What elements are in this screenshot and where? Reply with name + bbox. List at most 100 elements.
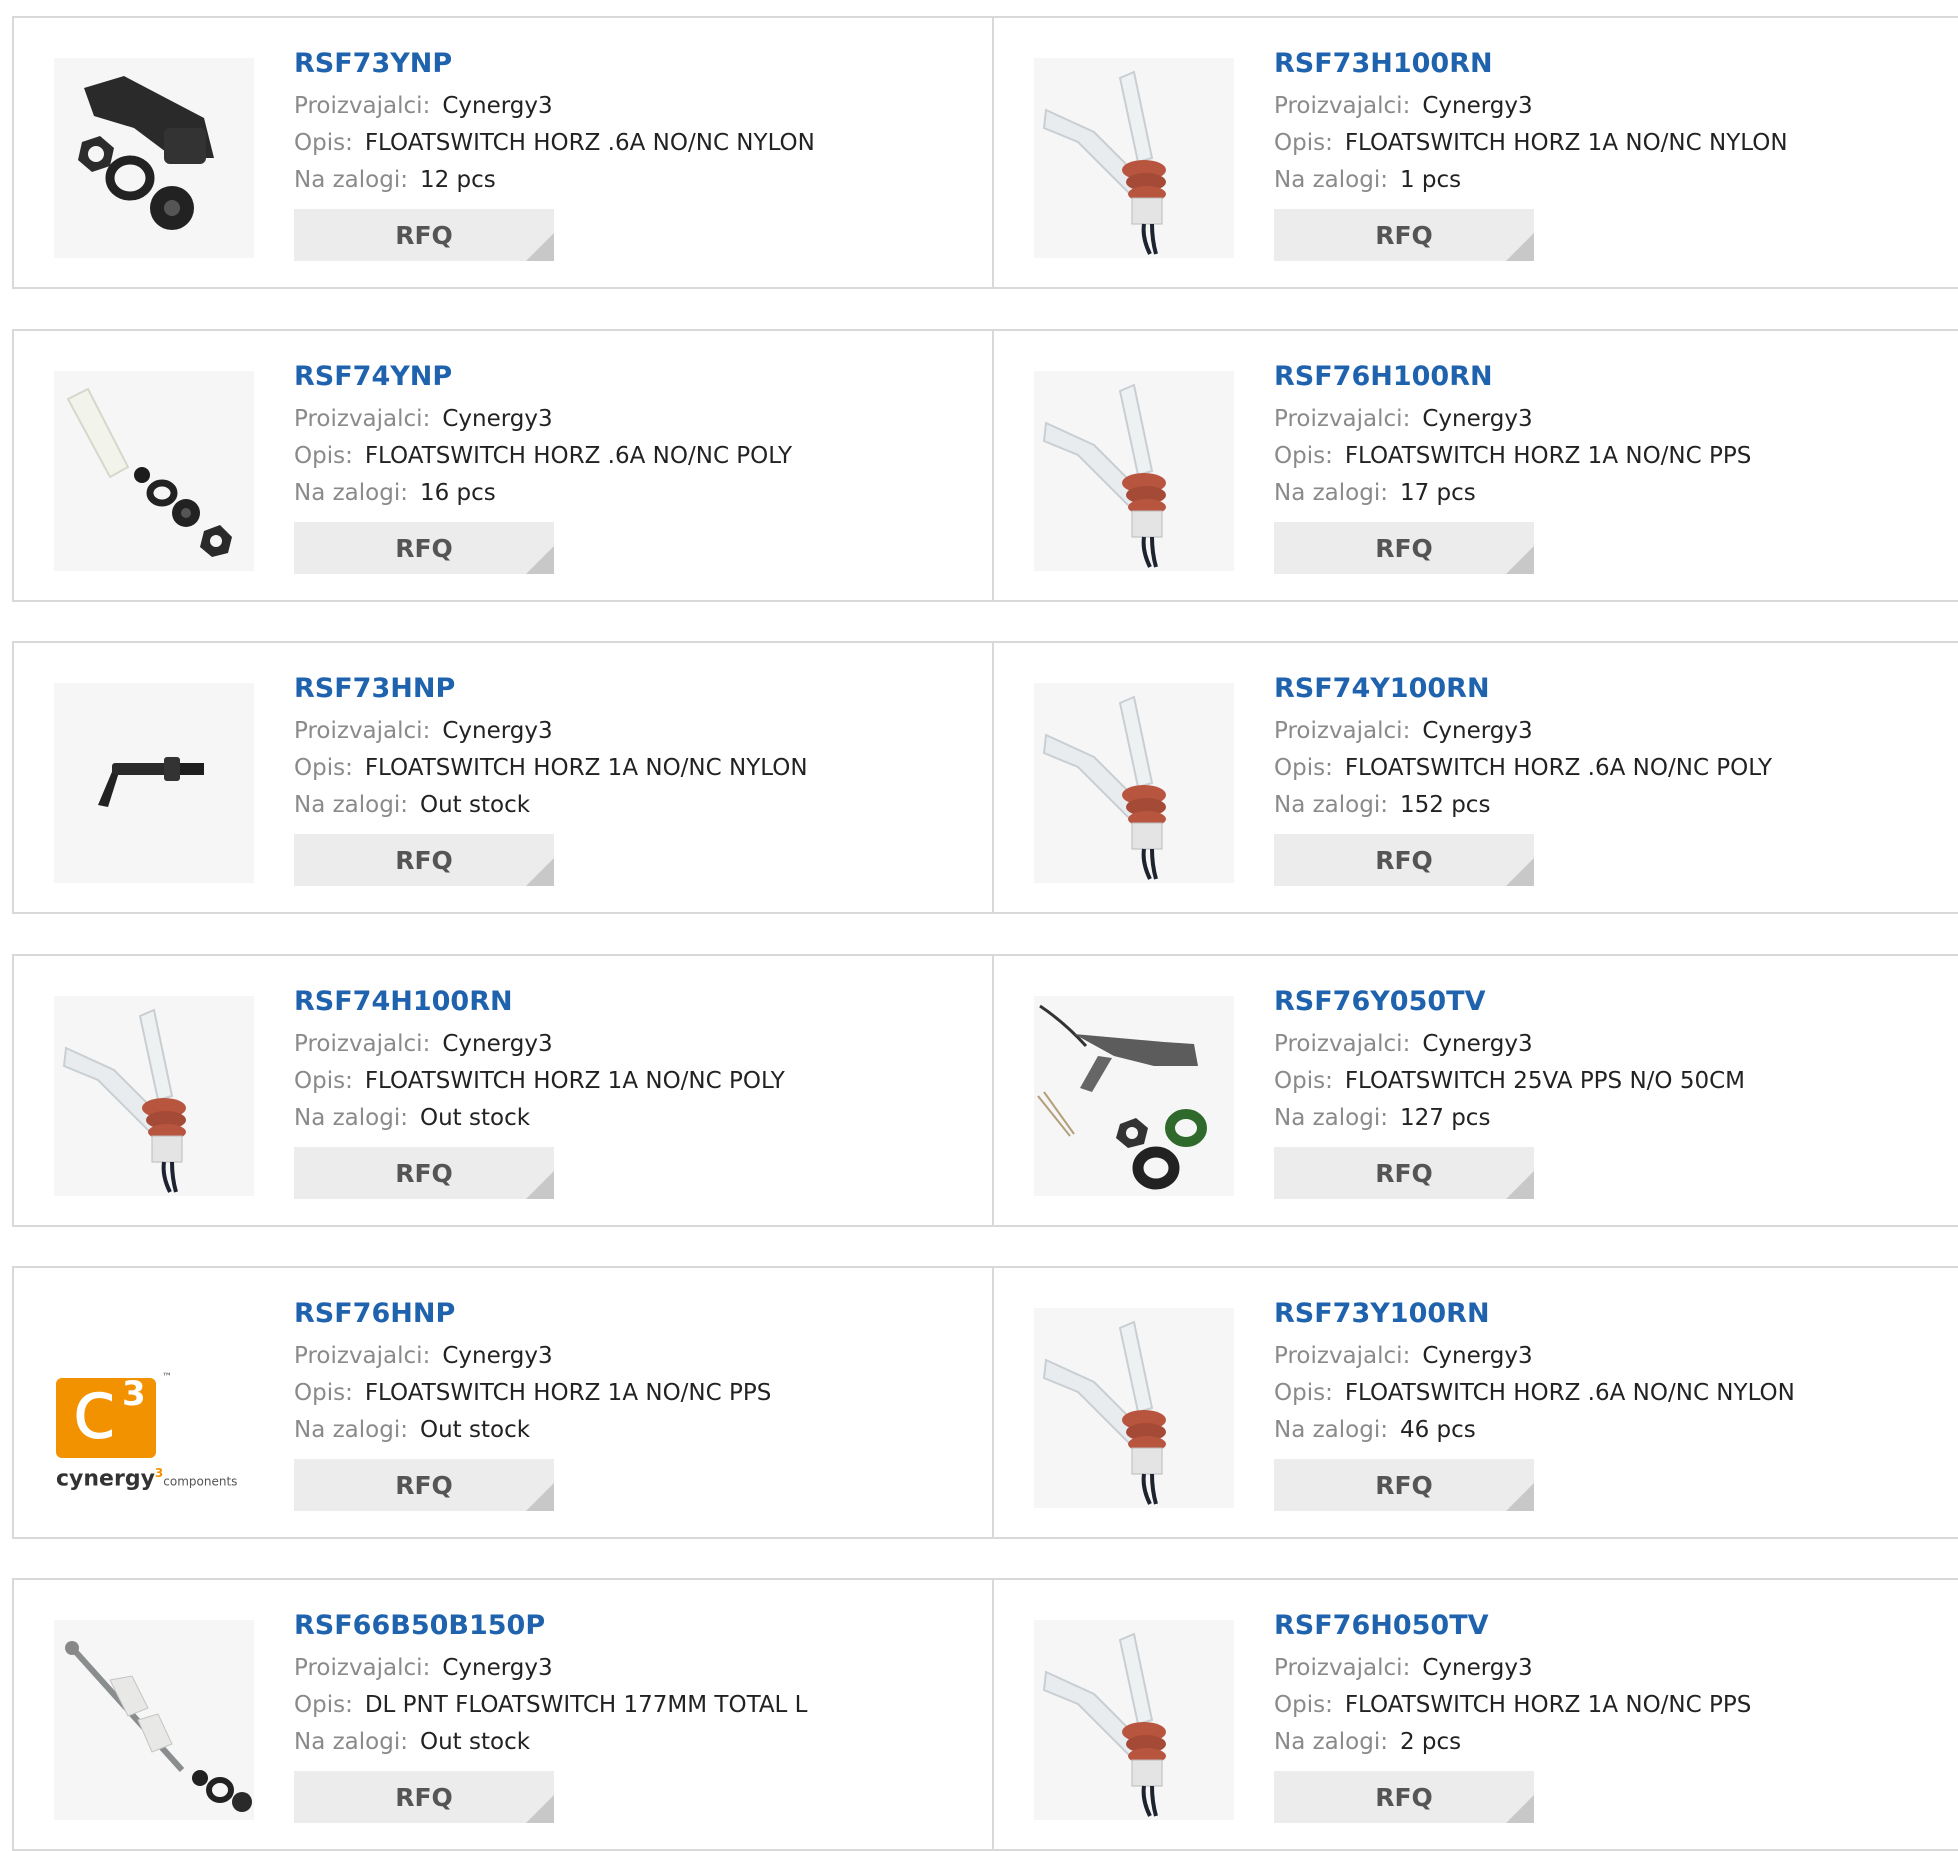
description-label: Opis:: [1274, 130, 1333, 156]
description-label: Opis:: [1274, 443, 1333, 469]
part-number-link[interactable]: RSF74Y100RN: [1274, 671, 1772, 707]
product-image[interactable]: [54, 371, 254, 571]
stock-value: Out stock: [419, 1729, 531, 1755]
rfq-button[interactable]: RFQ: [294, 209, 554, 261]
product-image[interactable]: [54, 683, 254, 883]
manufacturer-label: Proizvajalci:: [294, 93, 431, 119]
part-number-link[interactable]: RSF76H050TV: [1274, 1608, 1751, 1644]
rfq-button[interactable]: RFQ: [1274, 1771, 1534, 1823]
product-image[interactable]: [1034, 1308, 1234, 1508]
description-value: FLOATSWITCH HORZ .6A NO/NC POLY: [364, 443, 793, 469]
manufacturer-label: Proizvajalci:: [294, 406, 431, 432]
corner-triangle-icon: [526, 858, 554, 886]
rfq-button[interactable]: RFQ: [1274, 1459, 1534, 1511]
stock-line: Na zalogi: Out stock: [294, 787, 808, 824]
product-image[interactable]: [1034, 371, 1234, 571]
manufacturer-label: Proizvajalci:: [1274, 1031, 1411, 1057]
rfq-button[interactable]: RFQ: [1274, 209, 1534, 261]
product-image[interactable]: [1034, 683, 1234, 883]
description-line: Opis: FLOATSWITCH HORZ .6A NO/NC POLY: [294, 438, 792, 475]
cynergy3-logo: c 3 ™ cynergy3components: [54, 1308, 254, 1508]
rfq-label: RFQ: [395, 1470, 453, 1500]
rfq-button[interactable]: RFQ: [1274, 1147, 1534, 1199]
manufacturer-value: Cynergy3: [442, 1031, 553, 1057]
corner-triangle-icon: [526, 1795, 554, 1823]
product-card: RSF73Y100RN Proizvajalci: Cynergy3 Opis: FLO…: [994, 1268, 1958, 1537]
part-number-link[interactable]: RSF73H100RN: [1274, 46, 1788, 82]
rfq-label: RFQ: [1375, 220, 1433, 250]
rfq-button[interactable]: RFQ: [294, 1147, 554, 1199]
product-row: RSF73HNP Proizvajalci: Cynergy3 Opis: FLOATS…: [12, 641, 1958, 914]
stock-value: Out stock: [419, 1417, 531, 1443]
rfq-label: RFQ: [395, 845, 453, 875]
rfq-button[interactable]: RFQ: [294, 834, 554, 886]
part-number-link[interactable]: RSF66B50B150P: [294, 1608, 808, 1644]
product-info: RSF73H100RN Proizvajalci: Cynergy3 Opis: FLO…: [1274, 46, 1788, 261]
description-line: Opis: FLOATSWITCH HORZ .6A NO/NC NYLON: [1274, 1375, 1795, 1412]
stock-value: 152 pcs: [1399, 792, 1491, 818]
stock-value: Out stock: [419, 1105, 531, 1131]
corner-triangle-icon: [526, 546, 554, 574]
stock-line: Na zalogi: Out stock: [294, 1412, 771, 1449]
part-number-link[interactable]: RSF74H100RN: [294, 984, 785, 1020]
stock-value: 17 pcs: [1399, 480, 1476, 506]
rfq-label: RFQ: [1375, 1782, 1433, 1812]
description-label: Opis:: [1274, 1068, 1333, 1094]
rfq-button[interactable]: RFQ: [294, 1459, 554, 1511]
manufacturer-line: Proizvajalci: Cynergy3: [294, 401, 792, 438]
description-value: FLOATSWITCH HORZ .6A NO/NC NYLON: [1344, 1380, 1795, 1406]
manufacturer-value: Cynergy3: [1422, 406, 1533, 432]
product-image[interactable]: [1034, 996, 1234, 1196]
product-image[interactable]: [1034, 58, 1234, 258]
stock-value: 127 pcs: [1399, 1105, 1491, 1131]
description-line: Opis: FLOATSWITCH HORZ .6A NO/NC POLY: [1274, 750, 1772, 787]
stock-label: Na zalogi:: [294, 1729, 408, 1755]
manufacturer-value: Cynergy3: [1422, 1343, 1533, 1369]
description-label: Opis:: [294, 443, 353, 469]
rfq-button[interactable]: RFQ: [1274, 522, 1534, 574]
part-number-link[interactable]: RSF76Y050TV: [1274, 984, 1745, 1020]
product-row: RSF74H100RN Proizvajalci: Cynergy3 Opis: FLO…: [12, 954, 1958, 1227]
rfq-button[interactable]: RFQ: [294, 1771, 554, 1823]
corner-triangle-icon: [1506, 1795, 1534, 1823]
part-number-link[interactable]: RSF73HNP: [294, 671, 808, 707]
description-value: FLOATSWITCH HORZ .6A NO/NC POLY: [1344, 755, 1773, 781]
part-number-link[interactable]: RSF74YNP: [294, 359, 792, 395]
part-number-link[interactable]: RSF73Y100RN: [1274, 1296, 1795, 1332]
product-card: RSF76H100RN Proizvajalci: Cynergy3 Opis: FLO…: [994, 331, 1958, 600]
part-number-link[interactable]: RSF76H100RN: [1274, 359, 1751, 395]
stock-label: Na zalogi:: [1274, 1417, 1388, 1443]
rfq-button[interactable]: RFQ: [1274, 834, 1534, 886]
stock-line: Na zalogi: Out stock: [294, 1100, 785, 1137]
corner-triangle-icon: [1506, 858, 1534, 886]
part-number-link[interactable]: RSF73YNP: [294, 46, 815, 82]
product-image[interactable]: [54, 58, 254, 258]
stock-line: Na zalogi: 16 pcs: [294, 475, 792, 512]
manufacturer-line: Proizvajalci: Cynergy3: [1274, 1026, 1745, 1063]
product-card: RSF74YNP Proizvajalci: Cynergy3 Opis: FLOATS…: [14, 331, 994, 600]
product-info: RSF66B50B150P Proizvajalci: Cynergy3 Opis: D…: [294, 1608, 808, 1823]
manufacturer-value: Cynergy3: [442, 1655, 553, 1681]
description-line: Opis: DL PNT FLOATSWITCH 177MM TOTAL L: [294, 1687, 808, 1724]
manufacturer-line: Proizvajalci: Cynergy3: [294, 1650, 808, 1687]
part-number-link[interactable]: RSF76HNP: [294, 1296, 771, 1332]
corner-triangle-icon: [1506, 546, 1534, 574]
product-image[interactable]: c 3 ™ cynergy3components: [54, 1308, 254, 1508]
product-row: c 3 ™ cynergy3components RSF76HNP Proizvajalc…: [12, 1266, 1958, 1539]
product-image[interactable]: [54, 1620, 254, 1820]
corner-triangle-icon: [1506, 1483, 1534, 1511]
rfq-label: RFQ: [395, 1158, 453, 1188]
product-row: RSF74YNP Proizvajalci: Cynergy3 Opis: FLOATS…: [12, 329, 1958, 602]
stock-label: Na zalogi:: [1274, 1105, 1388, 1131]
rfq-label: RFQ: [1375, 1470, 1433, 1500]
product-image[interactable]: [1034, 1620, 1234, 1820]
rfq-button[interactable]: RFQ: [294, 522, 554, 574]
manufacturer-label: Proizvajalci:: [294, 1655, 431, 1681]
product-image[interactable]: [54, 996, 254, 1196]
manufacturer-label: Proizvajalci:: [1274, 1343, 1411, 1369]
product-info: RSF76Y050TV Proizvajalci: Cynergy3 Opis: FLO…: [1274, 984, 1745, 1199]
product-row: RSF73YNP Proizvajalci: Cynergy3 Opis: FLOATS…: [12, 16, 1958, 289]
description-value: FLOATSWITCH HORZ 1A NO/NC PPS: [1344, 443, 1752, 469]
manufacturer-value: Cynergy3: [442, 1343, 553, 1369]
description-line: Opis: FLOATSWITCH HORZ 1A NO/NC NYLON: [294, 750, 808, 787]
